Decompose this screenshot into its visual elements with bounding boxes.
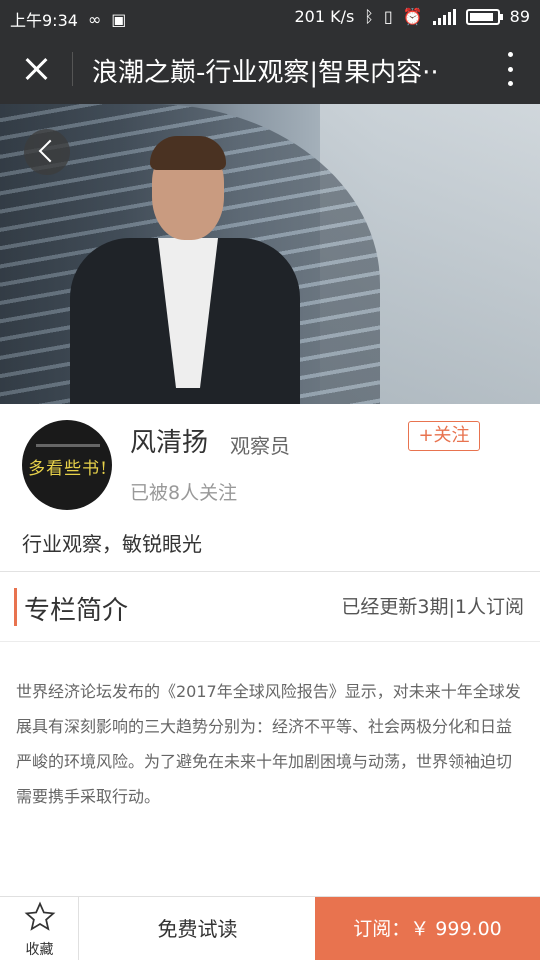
status-bar: 上午9:34 ∞ ▣ 201 K/s ᛒ ▯ ⏰ 89: [0, 0, 540, 34]
title-bar: 浪潮之巅-行业观察|智果内容··: [0, 34, 540, 104]
column-intro-text: 世界经济论坛发布的《2017年全球风险报告》显示，对未来十年全球发展具有深刻影响…: [16, 682, 521, 806]
section-title: 专栏简介: [24, 596, 129, 626]
battery-level: 89: [509, 7, 530, 26]
status-time: 上午9:34: [10, 11, 78, 30]
image-icon: ▣: [111, 9, 127, 29]
network-speed: 201 K/s: [294, 7, 355, 26]
favorite-label: 收藏: [25, 942, 54, 958]
favorite-button[interactable]: 收藏: [0, 897, 79, 960]
author-role: 观察员: [230, 434, 290, 458]
section-meta: 已经更新3期|1人订阅: [341, 596, 524, 618]
page-title: 浪潮之巅-行业观察|智果内容··: [92, 58, 439, 88]
more-menu-button[interactable]: [502, 52, 518, 86]
subscribe-button[interactable]: 订阅：￥ 999.00: [315, 897, 540, 960]
divider: [0, 571, 540, 572]
follow-button[interactable]: +关注: [408, 421, 480, 451]
section-accent-bar: [14, 588, 17, 626]
close-button[interactable]: [16, 49, 56, 89]
divider: [0, 641, 540, 642]
hero-image: [0, 104, 540, 404]
hero-person: [70, 134, 310, 404]
bluetooth-icon: ᛒ: [364, 7, 374, 26]
alarm-icon: ⏰: [402, 7, 423, 26]
title-divider: [72, 52, 73, 86]
follower-count: 已被8人关注: [130, 482, 238, 504]
back-button[interactable]: [24, 129, 70, 175]
infinity-icon: ∞: [87, 9, 102, 29]
author-name: 风清扬: [130, 428, 209, 458]
avatar[interactable]: 多看些书!: [22, 420, 112, 510]
free-trial-button[interactable]: 免费试读: [80, 897, 315, 960]
bottom-action-bar: 收藏 免费试读 订阅：￥ 999.00: [0, 896, 540, 960]
vibrate-icon: ▯: [383, 7, 393, 26]
star-icon: [24, 901, 56, 931]
avatar-text: 多看些书!: [28, 459, 108, 479]
battery-icon: [465, 8, 503, 25]
signal-icon: [432, 8, 456, 25]
author-slogan: 行业观察，敏锐眼光: [22, 532, 202, 556]
